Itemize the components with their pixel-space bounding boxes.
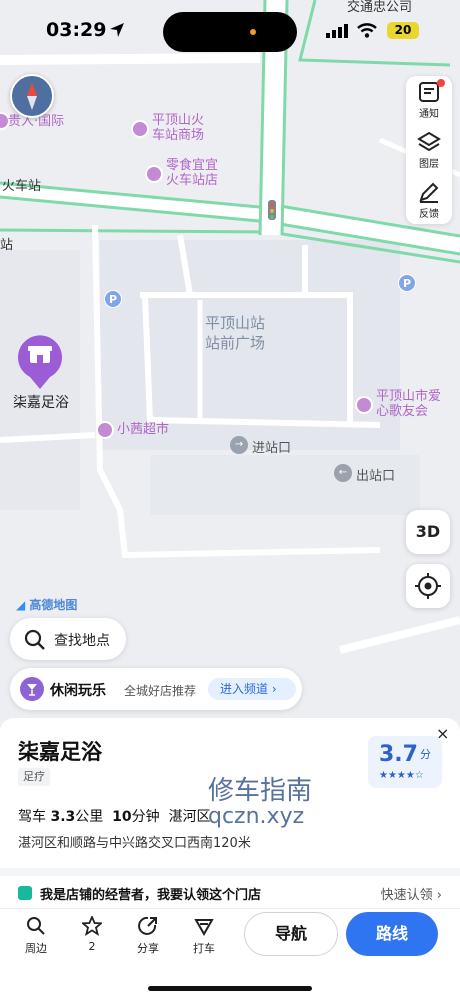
poi-label-station-mall[interactable]: 平顶山火 车站商场 <box>152 113 204 143</box>
notice-button[interactable]: 通知 <box>406 76 452 124</box>
leisure-subtitle: 全城好店推荐 <box>124 684 197 698</box>
notice-label: 通知 <box>419 109 439 120</box>
compass-button[interactable] <box>10 74 54 118</box>
place-detail-sheet: × 柒嘉足浴 足疗 3.7 分 ★★★★☆ 驾车 3.3公里 10分钟 湛河区 … <box>0 718 460 1000</box>
drive-prefix: 驾车 <box>18 809 46 825</box>
poi-marker[interactable] <box>96 421 114 439</box>
divider <box>0 868 460 876</box>
poi-label-food-store[interactable]: 零食宜宜 火车站店 <box>166 158 218 188</box>
route-button[interactable]: 路线 <box>346 912 438 956</box>
claim-store-action[interactable]: 快速认领 › <box>381 884 442 903</box>
exit-icon[interactable]: ← <box>334 464 352 482</box>
3d-toggle-button[interactable]: 3D <box>406 510 450 554</box>
notification-dot <box>437 79 445 87</box>
place-title: 柒嘉足浴 <box>18 740 102 764</box>
distance-unit: 公里 <box>75 809 104 825</box>
leisure-title: 休闲玩乐 <box>50 683 106 699</box>
privacy-indicator <box>250 29 256 35</box>
layers-button[interactable]: 图层 <box>406 126 452 174</box>
poi-marker[interactable] <box>131 120 149 138</box>
share-icon <box>138 916 157 935</box>
home-indicator <box>148 986 312 991</box>
selected-location-pin[interactable] <box>16 333 64 391</box>
map-label-train-station[interactable]: 火车站 <box>2 175 41 194</box>
claim-store-text: 我是店铺的经营者，我要认领这个门店 <box>40 888 262 903</box>
rating-stars: ★★★★☆ <box>379 770 424 781</box>
leisure-banner[interactable]: 休闲玩乐 全城好店推荐 进入频道 › <box>10 668 302 710</box>
drive-duration: 10 <box>112 809 132 825</box>
drive-distance: 3.3 <box>50 809 76 825</box>
claim-store-row[interactable]: 我是店铺的经营者，我要认领这个门店 快速认领 › <box>18 883 442 903</box>
favorite-count: 2 <box>88 940 96 953</box>
watermark-line1: 修车指南 <box>208 776 313 806</box>
parking-icon[interactable]: P <box>398 274 416 292</box>
search-label: 查找地点 <box>54 633 110 649</box>
dynamic-island <box>163 12 297 52</box>
enter-channel-button[interactable]: 进入频道 › <box>208 678 296 700</box>
wifi-icon <box>357 23 377 38</box>
amap-logo-text: 高德地图 <box>29 598 78 612</box>
signal-icon <box>326 24 348 38</box>
area-label-plaza[interactable]: 平顶山站 站前广场 <box>205 313 265 353</box>
cocktail-glyph <box>27 684 37 696</box>
nearby-label: 周边 <box>25 942 47 955</box>
locate-button[interactable] <box>406 564 450 608</box>
duration-unit: 分钟 <box>131 809 160 825</box>
map-label-station: 站 <box>0 238 14 253</box>
taxi-label: 打车 <box>193 942 215 955</box>
share-label: 分享 <box>137 942 159 955</box>
compass-icon <box>27 82 37 110</box>
divider <box>0 908 460 909</box>
taxi-icon <box>194 919 214 936</box>
rating-badge[interactable]: 3.7 分 ★★★★☆ <box>368 736 442 788</box>
locate-crosshair-icon <box>415 573 441 599</box>
feedback-button[interactable]: 反馈 <box>406 176 452 224</box>
amap-logo-icon: ◢ <box>16 598 26 612</box>
status-bar: 03:29 20 <box>0 0 460 60</box>
map-label-entrance[interactable]: 进站口 <box>252 437 291 456</box>
parking-icon[interactable]: P <box>104 290 122 308</box>
watermark-line2: qczn.xyz <box>208 804 305 829</box>
drive-summary: 驾车 3.3公里 10分钟 湛河区 <box>18 806 211 826</box>
battery-indicator: 20 <box>387 22 419 39</box>
pin-label[interactable]: 柒嘉足浴 <box>13 392 69 412</box>
search-icon <box>27 917 45 935</box>
edit-pen-icon <box>419 182 439 203</box>
map-label-exit[interactable]: 出站口 <box>356 465 395 484</box>
search-icon <box>24 629 45 650</box>
category-tag: 足疗 <box>18 768 50 786</box>
entrance-icon[interactable]: → <box>230 436 248 454</box>
district: 湛河区 <box>168 809 211 825</box>
star-icon <box>82 916 102 936</box>
navigate-button[interactable]: 导航 <box>244 912 338 956</box>
feedback-label: 反馈 <box>419 209 439 220</box>
poi-label-aixin[interactable]: 平顶山市爱 心歌友会 <box>376 389 441 419</box>
poi-marker[interactable] <box>145 165 163 183</box>
rating-score: 3.7 <box>379 742 418 767</box>
map-tools-panel: 通知 图层 反馈 <box>406 76 452 224</box>
location-arrow-icon <box>110 23 124 37</box>
watermark: 修车指南 qczn.xyz <box>208 778 312 830</box>
poi-marker[interactable] <box>355 396 373 414</box>
status-time: 03:29 <box>46 19 107 41</box>
layers-icon <box>417 131 441 152</box>
amap-logo: ◢ 高德地图 <box>16 596 77 613</box>
layers-label: 图层 <box>419 159 439 170</box>
store-icon <box>18 886 32 900</box>
address: 湛河区和顺路与中兴路交叉口西南120米 <box>18 836 251 851</box>
search-button[interactable]: 查找地点 <box>10 618 126 660</box>
rating-unit: 分 <box>420 748 431 761</box>
poi-label-supermarket[interactable]: 小茜超市 <box>117 422 169 437</box>
cocktail-icon <box>20 677 44 701</box>
